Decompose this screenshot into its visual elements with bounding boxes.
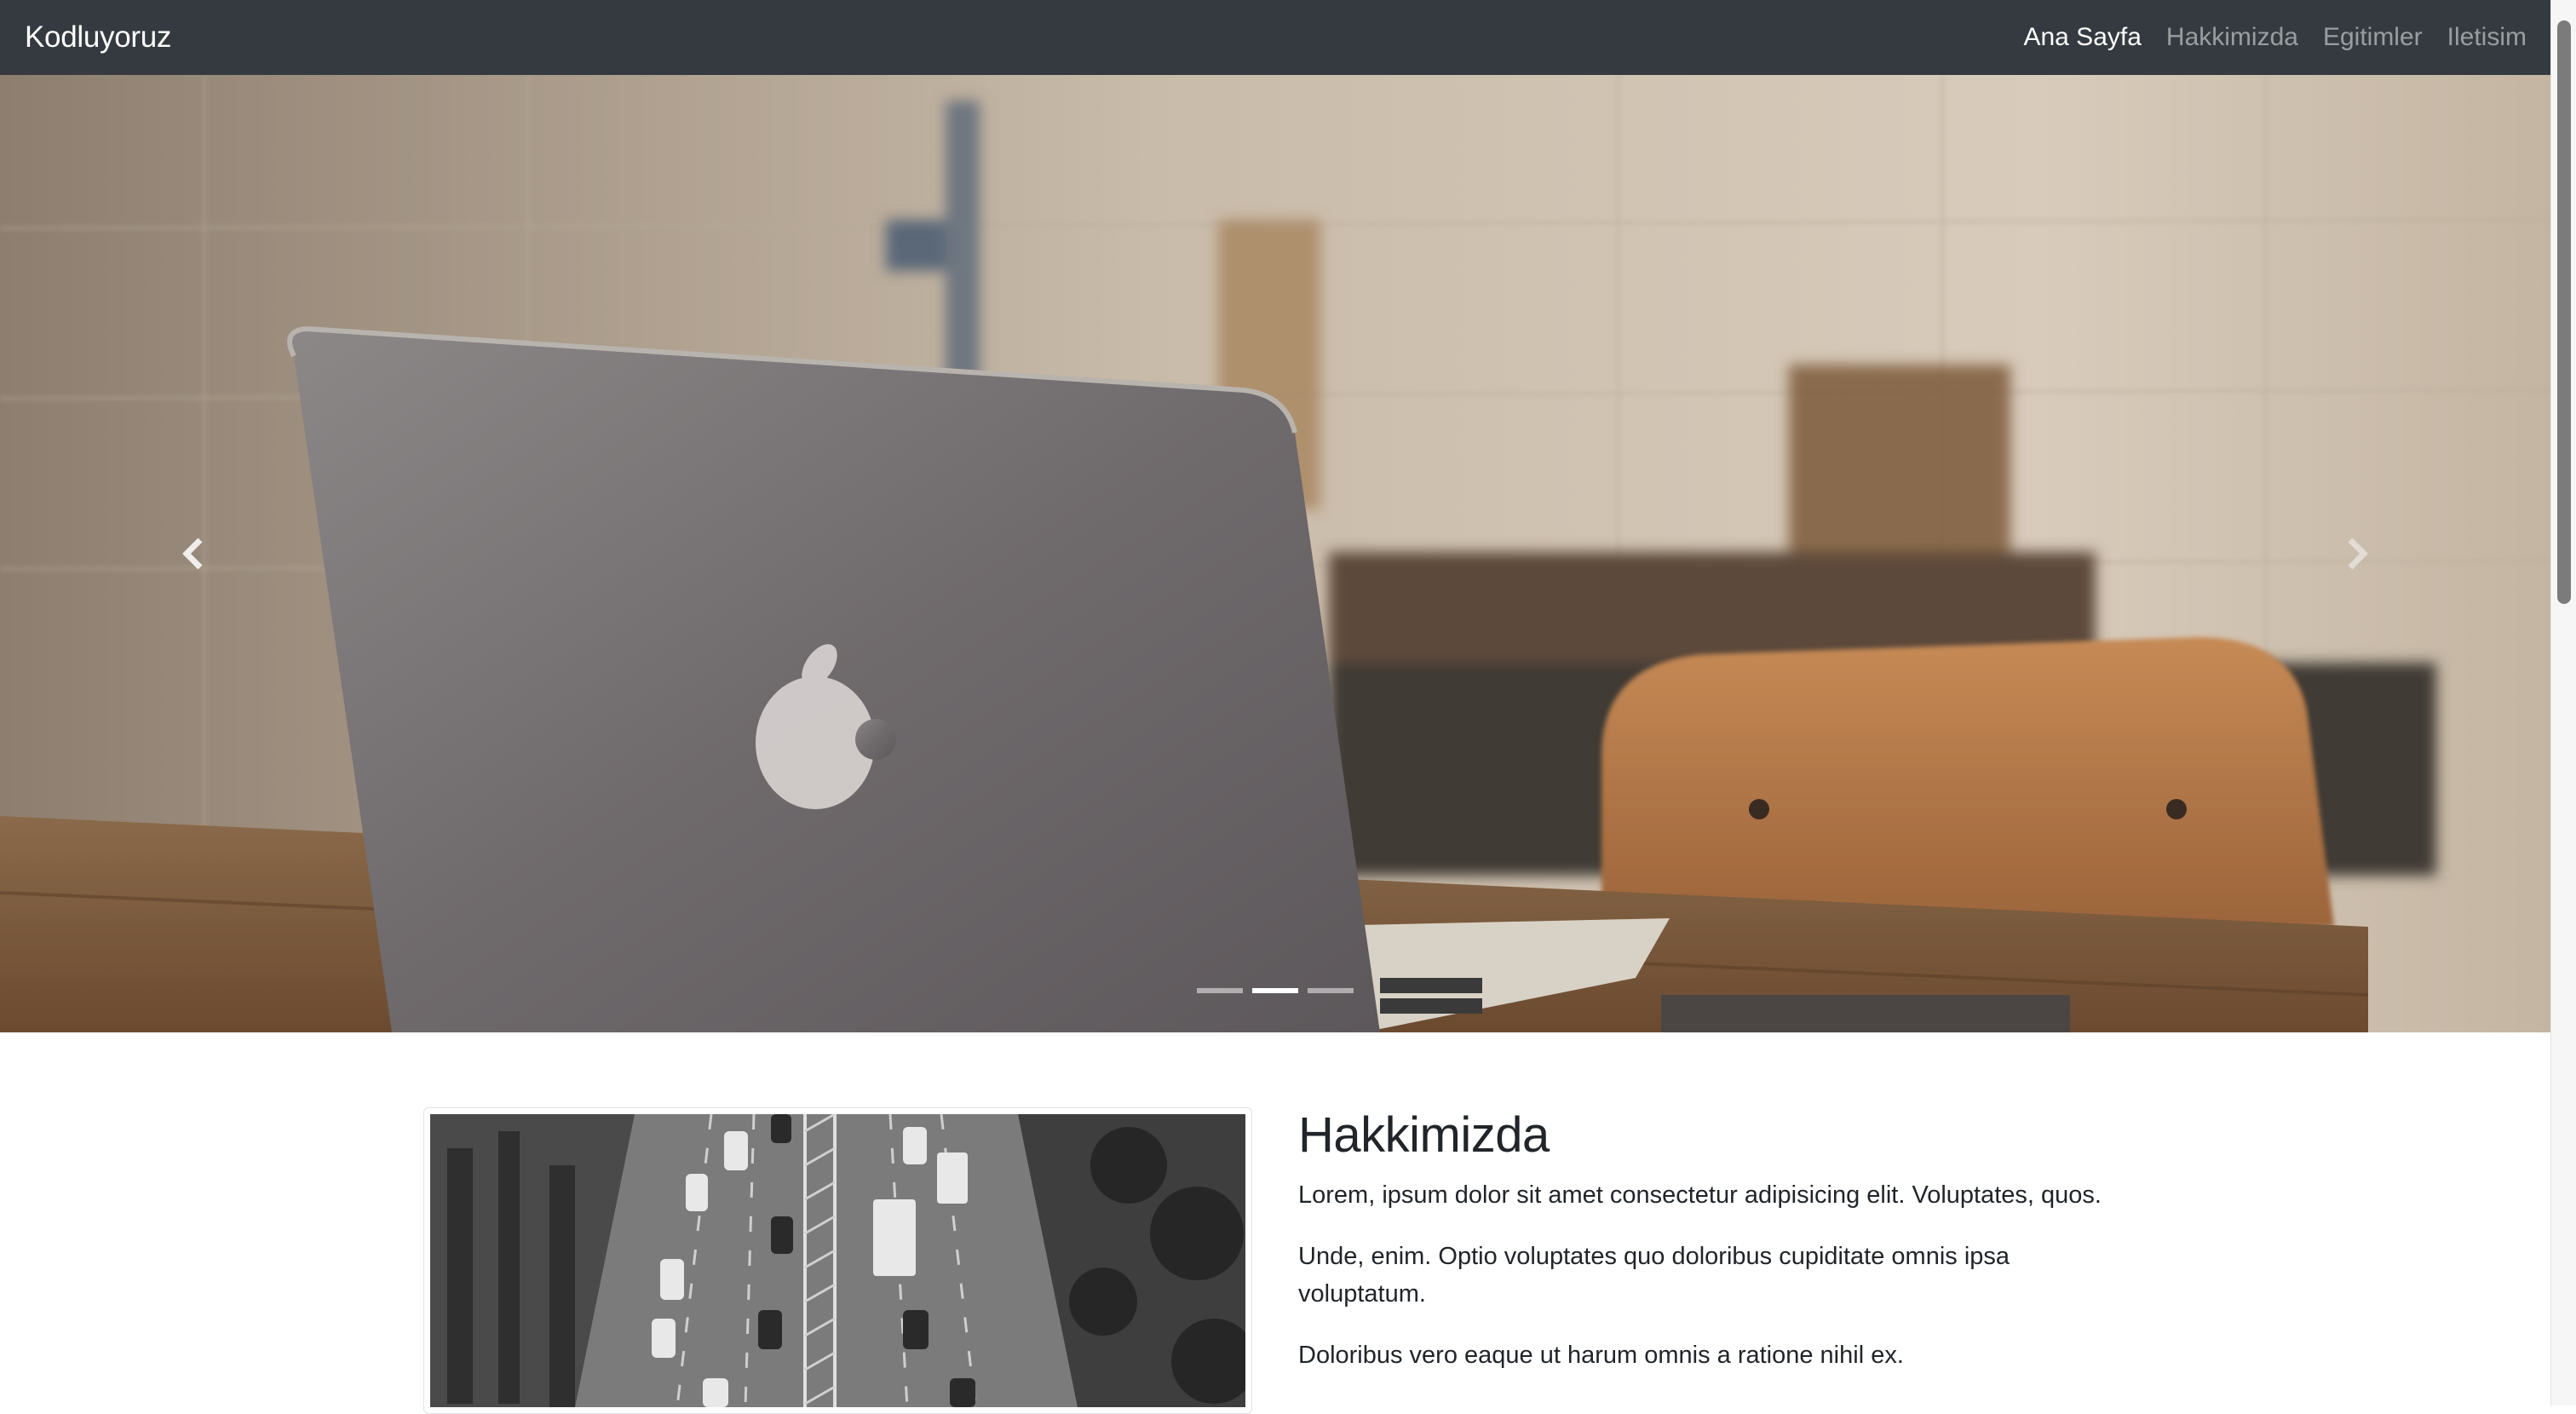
- page-scrollbar[interactable]: [2550, 0, 2576, 1405]
- about-image: [430, 1112, 1251, 1408]
- about-paragraph: Unde, enim. Optio voluptates quo dolorib…: [1298, 1242, 2010, 1308]
- carousel-indicator-3[interactable]: [1308, 988, 1354, 993]
- hero-carousel: [0, 75, 2550, 1032]
- about-title: Hakkimizda: [1298, 1107, 1550, 1163]
- chevron-left-icon: [182, 537, 203, 570]
- carousel-next-button[interactable]: [2167, 75, 2550, 1032]
- nav-links: Ana Sayfa Hakkimizda Egitimler Iletisim: [2023, 23, 2527, 52]
- scrollbar-thumb[interactable]: [2557, 20, 2571, 604]
- about-text: Hakkimizda Lorem, ipsum dolor sit amet c…: [1298, 1107, 2133, 1398]
- brand-logo-link[interactable]: Kodluyoruz: [25, 20, 171, 55]
- navbar: Kodluyoruz Ana Sayfa Hakkimizda Egitimle…: [0, 0, 2550, 75]
- nav-link-ana-sayfa[interactable]: Ana Sayfa: [2023, 23, 2141, 52]
- about-paragraph: Doloribus vero eaque ut harum omnis a ra…: [1298, 1341, 1904, 1369]
- carousel-indicator-1[interactable]: [1197, 988, 1243, 993]
- nav-link-iletisim[interactable]: Iletisim: [2447, 23, 2527, 52]
- about-image-frame: [423, 1107, 1252, 1414]
- about-section: Hakkimizda Lorem, ipsum dolor sit amet c…: [0, 1032, 2550, 1414]
- nav-link-hakkimizda[interactable]: Hakkimizda: [2166, 23, 2298, 52]
- about-paragraph: Lorem, ipsum dolor sit amet consectetur …: [1298, 1181, 2102, 1209]
- chevron-right-icon: [2348, 537, 2368, 570]
- carousel-indicators: [0, 988, 2550, 993]
- carousel-indicator-2[interactable]: [1252, 988, 1298, 993]
- carousel-prev-button[interactable]: [0, 75, 383, 1032]
- nav-link-egitimler[interactable]: Egitimler: [2323, 23, 2423, 52]
